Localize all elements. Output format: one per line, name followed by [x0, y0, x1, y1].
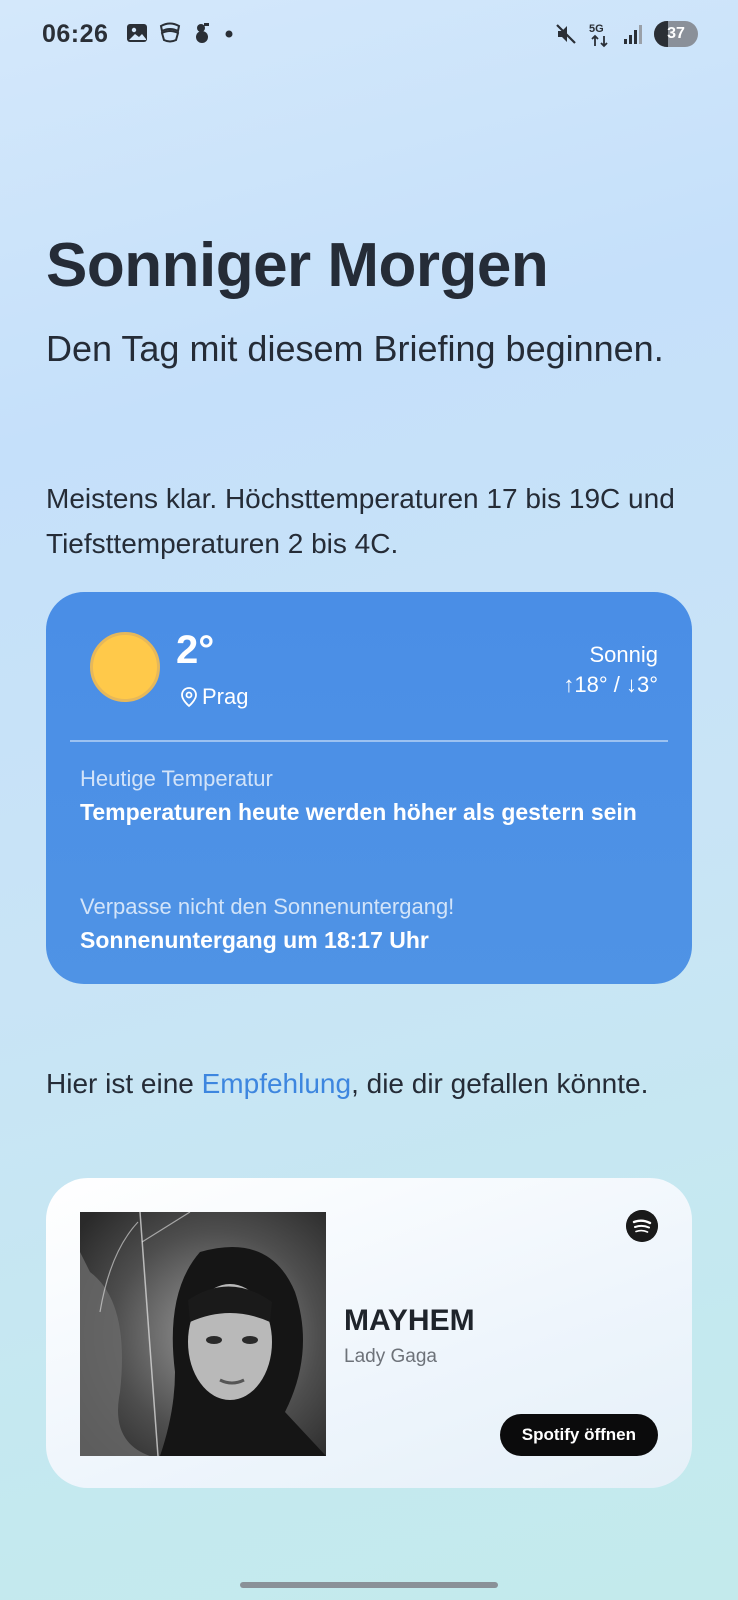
track-title: MAYHEM [344, 1304, 475, 1337]
album-cover[interactable] [80, 1212, 326, 1456]
recommendation-intro: Hier ist eine Empfehlung, die dir gefall… [46, 1062, 686, 1106]
today-temperature-label: Heutige Temperatur [80, 766, 273, 791]
location-name: Prag [202, 684, 249, 709]
current-temperature: 2° [176, 628, 215, 672]
location: Prag [180, 684, 248, 710]
more-notifications-dot-icon [225, 30, 233, 38]
weather-card[interactable]: 2° Prag Sonnig ↑18° / ↓3° Heutige Temper… [46, 592, 692, 984]
open-spotify-button[interactable]: Spotify öffnen [499, 1414, 658, 1456]
notification-icons [126, 22, 236, 44]
track-artist: Lady Gaga [344, 1346, 437, 1367]
spotify-icon [626, 1210, 658, 1242]
recommendation-intro-before: Hier ist eine [46, 1068, 202, 1099]
weather-summary: Meistens klar. Höchsttemperaturen 17 bis… [46, 483, 675, 559]
sunny-icon [90, 632, 160, 702]
briefing-subhead: Den Tag mit diesem Briefing beginnen. [46, 328, 664, 369]
gallery-icon [127, 24, 147, 42]
card-divider [70, 740, 668, 742]
music-recommendation-card[interactable]: MAYHEM Lady Gaga Spotify öffnen [46, 1178, 692, 1488]
recommendation-link[interactable]: Empfehlung [202, 1068, 351, 1099]
sunset-time: Sonnenuntergang um 18:17 Uhr [80, 927, 429, 953]
briefing-headline: Sonniger Morgen [46, 231, 549, 300]
network-5g-icon: 5G [589, 23, 608, 48]
recommendation-intro-after: , die dir gefallen könnte. [351, 1068, 649, 1099]
sunset-label: Verpasse nicht den Sonnenuntergang! [80, 894, 455, 919]
svg-text:5G: 5G [589, 23, 604, 35]
status-time: 06:26 [42, 20, 109, 48]
location-pin-icon [181, 687, 197, 708]
today-temperature-text: Temperaturen heute werden höher als gest… [80, 799, 637, 825]
battery-icon: 37 [654, 21, 698, 47]
mute-icon [556, 24, 576, 44]
snowman-icon [196, 23, 209, 43]
system-icons: 5G 37 [554, 20, 698, 48]
app-notification-icon [159, 22, 181, 43]
battery-level: 37 [667, 25, 685, 42]
signal-icon [624, 25, 642, 44]
status-bar: 06:26 5G 37 [0, 0, 738, 70]
high-low-temperature: ↑18° / ↓3° [563, 672, 658, 697]
home-indicator[interactable] [240, 1582, 498, 1588]
weather-condition: Sonnig [589, 642, 658, 667]
